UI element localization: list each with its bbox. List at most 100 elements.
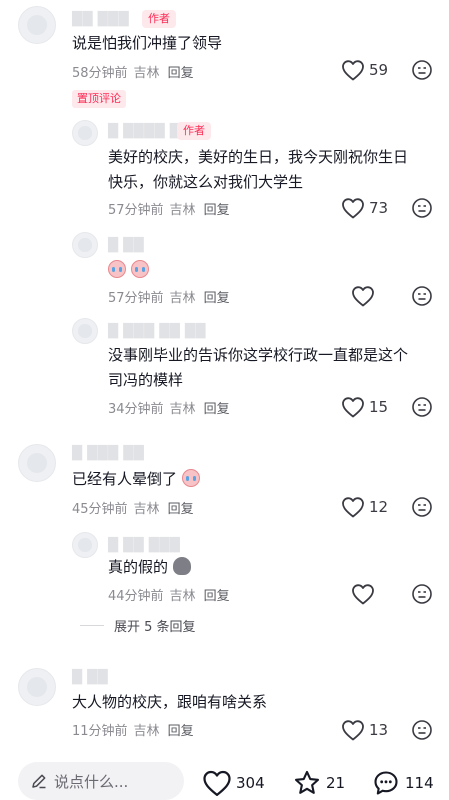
comment-location: 吉林 bbox=[169, 402, 196, 417]
comment-meta: 57分钟前 吉林 回复 bbox=[108, 199, 230, 218]
comment-time: 57分钟前 bbox=[108, 203, 164, 218]
username[interactable]: █ ██ ███ bbox=[108, 538, 180, 553]
dislike-icon[interactable] bbox=[411, 396, 433, 418]
comment-text-line: 没事刚毕业的告诉你这学校行政一直都是这个 bbox=[108, 346, 409, 364]
dislike-icon[interactable] bbox=[411, 285, 433, 307]
reply-button[interactable]: 回复 bbox=[204, 291, 230, 306]
username[interactable]: █ ███ ██ ██ bbox=[108, 324, 206, 339]
heart-icon bbox=[342, 60, 364, 81]
comment-location: 吉林 bbox=[133, 502, 160, 517]
comment-text[interactable]: 没事刚毕业的告诉你这学校行政一直都是这个 司冯的模样 bbox=[108, 343, 438, 393]
like-count: 12 bbox=[369, 498, 389, 516]
comment-location: 吉林 bbox=[169, 203, 196, 218]
like-button[interactable]: 13 bbox=[341, 718, 388, 742]
comment-location: 吉林 bbox=[133, 724, 160, 739]
divider bbox=[80, 625, 104, 626]
author-badge: 作者 bbox=[142, 10, 176, 28]
avatar[interactable] bbox=[18, 668, 56, 706]
crying-emoji-icon bbox=[108, 260, 126, 278]
comment-item: █ ███ ██ 已经有人晕倒了 45分钟前 吉林 回复 12 bbox=[0, 440, 449, 528]
comment-time: 57分钟前 bbox=[108, 291, 164, 306]
comment-text[interactable]: 真的假的 bbox=[108, 555, 191, 580]
comment-text-line: 快乐，你就这么对我们大学生 bbox=[108, 173, 304, 191]
comment-meta: 58分钟前 吉林 回复 bbox=[72, 62, 194, 81]
comment-text[interactable]: 美好的校庆，美好的生日，我今天刚祝你生日 快乐，你就这么对我们大学生 bbox=[108, 145, 438, 195]
reply-button[interactable]: 回复 bbox=[204, 203, 230, 218]
reply-button[interactable]: 回复 bbox=[168, 724, 194, 739]
avatar[interactable] bbox=[18, 444, 56, 482]
like-count: 15 bbox=[369, 398, 389, 416]
reply-button[interactable]: 回复 bbox=[204, 402, 230, 417]
username[interactable]: █ ██ bbox=[72, 670, 108, 685]
comment-item: 置顶评论 █ ████ ██ 作者 美好的校庆，美好的生日，我今天刚祝你生日 快… bbox=[0, 84, 449, 228]
dislike-icon[interactable] bbox=[411, 583, 433, 605]
favorite-count: 21 bbox=[326, 774, 346, 792]
crying-emoji-icon bbox=[181, 469, 200, 487]
avatar[interactable] bbox=[72, 318, 98, 344]
avatar[interactable] bbox=[72, 120, 98, 146]
comment-meta: 45分钟前 吉林 回复 bbox=[72, 498, 194, 517]
heart-icon bbox=[352, 584, 374, 605]
username[interactable]: ██ ███ bbox=[72, 12, 129, 27]
heart-icon bbox=[342, 720, 364, 741]
like-count: 59 bbox=[369, 61, 389, 79]
comment-location: 吉林 bbox=[133, 66, 160, 81]
comment-time: 45分钟前 bbox=[72, 502, 128, 517]
comment-meta: 57分钟前 吉林 回复 bbox=[108, 287, 230, 306]
comment-location: 吉林 bbox=[169, 291, 196, 306]
like-button[interactable]: 73 bbox=[341, 196, 388, 220]
expand-replies-button[interactable]: 展开 5 条回复 bbox=[80, 616, 196, 635]
comment-text[interactable]: 大人物的校庆，跟咱有啥关系 bbox=[72, 690, 267, 715]
like-button[interactable]: 59 bbox=[341, 58, 388, 82]
comment-item: █ ██ 大人物的校庆，跟咱有啥关系 11分钟前 吉林 回复 13 bbox=[0, 664, 449, 748]
comment-time: 44分钟前 bbox=[108, 589, 164, 604]
star-icon bbox=[294, 770, 320, 794]
comment-item: █ ██ 57分钟前 吉林 回复 bbox=[0, 228, 449, 314]
favorite-button[interactable]: 21 bbox=[292, 768, 345, 798]
like-button[interactable] bbox=[351, 284, 375, 308]
video-like-count: 304 bbox=[236, 774, 265, 792]
reply-button[interactable]: 回复 bbox=[168, 66, 194, 81]
comment-text[interactable] bbox=[108, 258, 149, 283]
dislike-icon[interactable] bbox=[411, 197, 433, 219]
comment-location: 吉林 bbox=[169, 589, 196, 604]
heart-icon bbox=[342, 397, 364, 418]
comment-text[interactable]: 说是怕我们冲撞了领导 bbox=[72, 31, 222, 56]
author-badge: 作者 bbox=[177, 122, 211, 140]
comment-time: 58分钟前 bbox=[72, 66, 128, 81]
comment-item: █ ███ ██ ██ 没事刚毕业的告诉你这学校行政一直都是这个 司冯的模样 3… bbox=[0, 314, 449, 426]
like-button[interactable]: 15 bbox=[341, 395, 388, 419]
like-button[interactable] bbox=[351, 582, 375, 606]
comments-button[interactable]: 114 bbox=[371, 768, 434, 798]
comment-text[interactable]: 已经有人晕倒了 bbox=[72, 467, 200, 492]
comment-time: 34分钟前 bbox=[108, 402, 164, 417]
comment-time: 11分钟前 bbox=[72, 724, 128, 739]
reply-button[interactable]: 回复 bbox=[204, 589, 230, 604]
comment-bubble-icon bbox=[374, 771, 398, 795]
username[interactable]: █ ███ ██ bbox=[72, 446, 144, 461]
dislike-icon[interactable] bbox=[411, 719, 433, 741]
heart-icon bbox=[342, 198, 364, 219]
avatar[interactable] bbox=[18, 6, 56, 44]
avatar[interactable] bbox=[72, 532, 98, 558]
dislike-icon[interactable] bbox=[411, 496, 433, 518]
comment-meta: 11分钟前 吉林 回复 bbox=[72, 720, 194, 739]
heart-icon bbox=[342, 497, 364, 518]
dislike-icon[interactable] bbox=[411, 59, 433, 81]
pinned-badge: 置顶评论 bbox=[72, 90, 126, 108]
avatar[interactable] bbox=[72, 232, 98, 258]
comment-meta: 44分钟前 吉林 回复 bbox=[108, 585, 230, 604]
heart-icon bbox=[352, 286, 374, 307]
bottom-action-bar: 说点什么... 304 21 114 bbox=[0, 752, 449, 800]
like-count: 73 bbox=[369, 199, 389, 217]
username[interactable]: █ ██ bbox=[108, 238, 144, 253]
reply-button[interactable]: 回复 bbox=[168, 502, 194, 517]
like-button[interactable]: 12 bbox=[341, 495, 388, 519]
like-count: 13 bbox=[369, 721, 389, 739]
comment-item: █ ██ ███ 真的假的 44分钟前 吉林 回复 bbox=[0, 528, 449, 612]
comment-meta: 34分钟前 吉林 回复 bbox=[108, 398, 230, 417]
comment-text-line: 美好的校庆，美好的生日，我今天刚祝你生日 bbox=[108, 148, 409, 166]
like-video-button[interactable]: 304 bbox=[202, 768, 265, 798]
comment-input[interactable]: 说点什么... bbox=[18, 762, 184, 800]
comment-item: ██ ███ 作者 说是怕我们冲撞了领导 58分钟前 吉林 回复 59 bbox=[0, 0, 449, 84]
